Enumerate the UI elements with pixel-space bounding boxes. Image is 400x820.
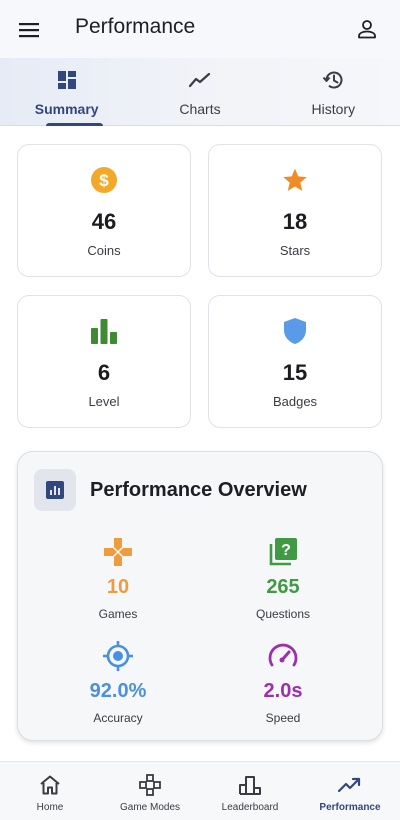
stat-value: 46: [91, 209, 117, 234]
analytics-icon: [34, 469, 76, 511]
quiz-icon: ?: [267, 536, 299, 568]
stat-value: 18: [282, 209, 308, 234]
tab-label: History: [311, 101, 356, 117]
nav-item-performance[interactable]: Performance: [300, 762, 400, 820]
trend-line-icon: [188, 68, 212, 92]
svg-text:?: ?: [281, 542, 291, 559]
star-icon: [280, 165, 310, 195]
svg-text:$: $: [99, 171, 109, 190]
bottom-navigation: Home Game Modes Leaderboard Performance: [0, 761, 400, 820]
trending-up-icon: [338, 773, 362, 797]
metric-label: Games: [98, 607, 138, 621]
nav-item-home[interactable]: Home: [0, 762, 100, 820]
questions-metric: ? 265 Questions: [198, 536, 368, 621]
level-card: 6 Level: [17, 295, 191, 428]
gamepad-icon: [102, 536, 134, 568]
dashboard-icon: [55, 68, 79, 92]
tab-label: Summary: [34, 101, 99, 117]
stat-value: 15: [282, 360, 308, 385]
app-bar: Performance: [0, 0, 400, 58]
account-icon[interactable]: [354, 16, 380, 42]
stat-label: Coins: [87, 243, 121, 258]
speed-metric: 2.0s Speed: [198, 640, 368, 725]
performance-overview-card: Performance Overview 10 Games ? 265 Ques…: [17, 451, 383, 741]
metric-label: Questions: [255, 607, 311, 621]
nav-label: Home: [36, 802, 64, 813]
overview-title: Performance Overview: [90, 479, 307, 501]
stat-label: Badges: [272, 394, 318, 409]
stat-value: 6: [97, 360, 111, 385]
badges-card: 15 Badges: [208, 295, 382, 428]
metric-label: Speed: [265, 711, 301, 725]
leaderboard-icon: [238, 773, 262, 797]
game-modes-icon: [138, 773, 162, 797]
active-tab-indicator: [46, 123, 103, 126]
nav-item-game-modes[interactable]: Game Modes: [100, 762, 200, 820]
nav-item-leaderboard[interactable]: Leaderboard: [200, 762, 300, 820]
stat-label: Level: [88, 394, 120, 409]
metric-value: 2.0s: [263, 680, 303, 702]
speedometer-icon: [267, 640, 299, 672]
metric-label: Accuracy: [93, 711, 143, 725]
coins-card: $ 46 Coins: [17, 144, 191, 277]
accuracy-metric: 92.0% Accuracy: [33, 640, 203, 725]
shield-icon: [280, 316, 310, 346]
tab-charts[interactable]: Charts: [133, 58, 266, 125]
history-icon: [321, 68, 345, 92]
tab-history[interactable]: History: [267, 58, 400, 125]
metric-value: 92.0%: [89, 680, 147, 702]
home-icon: [38, 773, 62, 797]
stars-card: 18 Stars: [208, 144, 382, 277]
nav-label: Leaderboard: [221, 802, 279, 813]
nav-label: Performance: [319, 802, 381, 813]
coin-icon: $: [89, 165, 119, 195]
nav-label: Game Modes: [119, 802, 181, 813]
tab-bar: Summary Charts History: [0, 58, 400, 126]
target-icon: [102, 640, 134, 672]
menu-icon[interactable]: [14, 16, 44, 44]
games-metric: 10 Games: [33, 536, 203, 621]
metric-value: 265: [266, 576, 300, 598]
tab-summary[interactable]: Summary: [0, 58, 133, 126]
stat-label: Stars: [279, 243, 311, 258]
tab-label: Charts: [179, 101, 221, 117]
bar-chart-icon: [89, 316, 119, 346]
metric-value: 10: [106, 576, 130, 598]
page-title: Performance: [75, 15, 196, 38]
